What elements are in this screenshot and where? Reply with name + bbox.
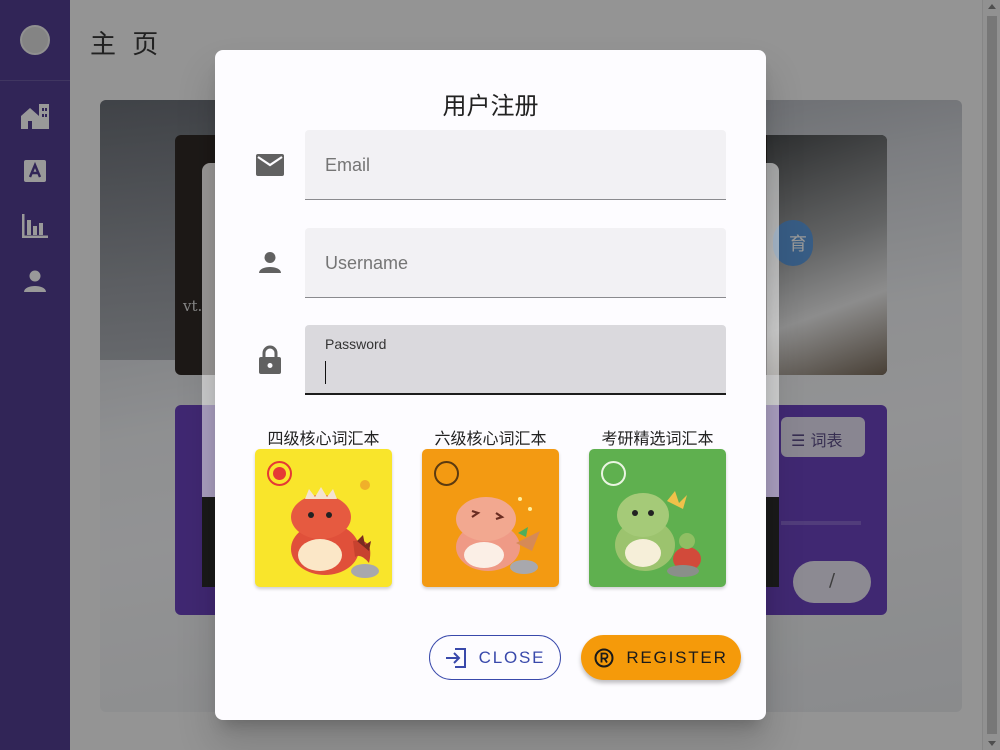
close-button-label: CLOSE xyxy=(478,647,546,667)
vocab-option-cet6[interactable]: 六级核心词汇本 xyxy=(422,425,559,587)
login-arrow-icon xyxy=(445,647,466,668)
username-row xyxy=(255,228,726,298)
vocab-option-label: 四级核心词汇本 xyxy=(267,429,380,448)
password-row: Password xyxy=(255,325,726,395)
vocab-radio-unselected[interactable] xyxy=(434,461,459,486)
lock-icon xyxy=(259,345,281,374)
vocab-card-postgrad[interactable] xyxy=(589,449,726,587)
radio-dot xyxy=(273,467,286,480)
email-field[interactable] xyxy=(305,130,726,200)
sheet-edge-left xyxy=(202,497,216,587)
close-button[interactable]: CLOSE xyxy=(429,635,561,680)
vocab-option-label: 考研精选词汇本 xyxy=(601,429,714,448)
password-label: Password xyxy=(325,336,387,352)
vocab-radio-unselected[interactable] xyxy=(601,461,626,486)
register-button[interactable]: REGISTER xyxy=(581,635,741,680)
email-input[interactable] xyxy=(325,152,705,178)
text-caret xyxy=(325,361,326,384)
sheet-edge-right xyxy=(765,497,779,587)
email-row xyxy=(255,130,726,200)
vocab-option-label: 六级核心词汇本 xyxy=(434,429,547,448)
dialog-title: 用户注册 xyxy=(442,92,539,120)
vocab-radio-selected[interactable] xyxy=(267,461,292,486)
vocab-card-cet4[interactable] xyxy=(255,449,392,587)
red-dinosaur-icon xyxy=(291,480,379,578)
register-dialog: 用户注册 Password 四级核心词汇本 xyxy=(215,50,766,720)
green-dinosaur-icon xyxy=(615,491,701,577)
username-input[interactable] xyxy=(325,250,705,276)
password-field[interactable]: Password xyxy=(305,325,726,395)
username-field[interactable] xyxy=(305,228,726,298)
register-button-label: REGISTER xyxy=(626,647,728,667)
vocab-card-cet6[interactable] xyxy=(422,449,559,587)
registered-icon xyxy=(594,648,614,667)
vocab-option-postgrad[interactable]: 考研精选词汇本 xyxy=(589,425,726,587)
pink-dinosaur-icon xyxy=(456,497,540,574)
vocab-option-cet4[interactable]: 四级核心词汇本 xyxy=(255,425,392,587)
person-icon xyxy=(259,252,281,273)
mail-icon xyxy=(256,154,284,176)
